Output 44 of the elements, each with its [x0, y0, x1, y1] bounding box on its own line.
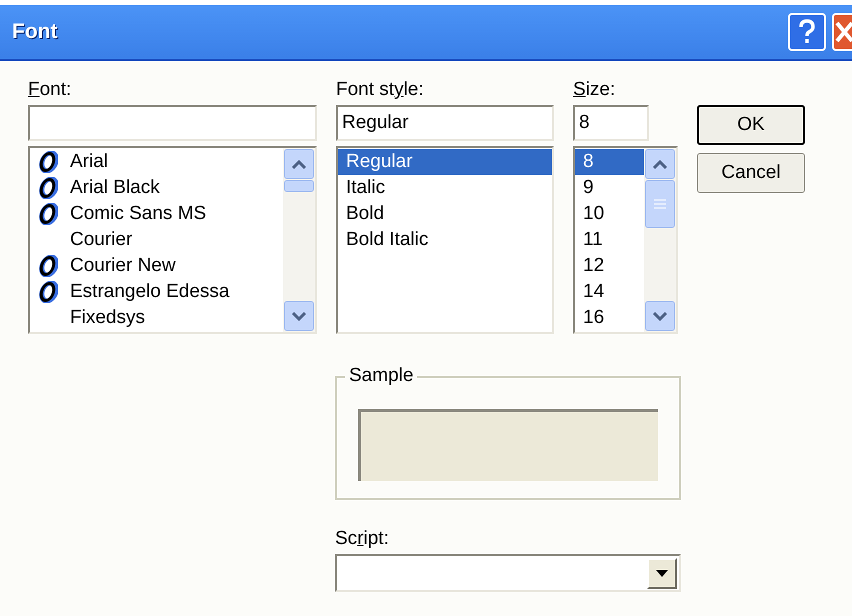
cancel-button[interactable]: Cancel	[697, 153, 805, 193]
dropdown-arrow-icon	[656, 570, 668, 576]
script-label: Script:	[335, 527, 390, 551]
font-style-label: Font style:	[336, 78, 425, 102]
scroll-up-button[interactable]	[645, 149, 675, 179]
size-field[interactable]: 8	[573, 105, 649, 141]
chevron-up-icon	[653, 160, 667, 168]
chevron-up-icon	[292, 160, 306, 168]
list-item[interactable]: 9	[581, 175, 596, 201]
font-field[interactable]	[28, 105, 317, 141]
list-item[interactable]: 11	[581, 227, 605, 253]
list-item[interactable]: Courier New	[68, 253, 178, 279]
window-title: Font	[12, 19, 58, 46]
list-item[interactable]: Courier	[68, 227, 134, 253]
ok-button[interactable]: OK	[697, 105, 805, 145]
dropdown-button[interactable]	[647, 558, 677, 588]
list-item[interactable]: Arial Black	[68, 175, 162, 201]
grip-icon	[654, 199, 666, 209]
list-item[interactable]: Bold Italic	[344, 227, 430, 253]
list-item[interactable]: Fixedsys	[68, 305, 147, 331]
list-item[interactable]: 12	[581, 253, 606, 279]
scroll-thumb[interactable]	[645, 180, 675, 228]
scroll-up-button[interactable]	[284, 149, 314, 179]
close-icon	[834, 20, 852, 44]
scroll-down-button[interactable]	[645, 301, 675, 331]
scrollbar[interactable]	[644, 148, 676, 332]
close-button[interactable]	[832, 13, 852, 51]
help-button[interactable]	[788, 13, 826, 51]
scrollbar[interactable]	[283, 148, 315, 332]
list-item[interactable]: 16	[581, 305, 606, 331]
list-item[interactable]: Bold	[344, 201, 386, 227]
scroll-thumb[interactable]	[284, 180, 314, 192]
list-item[interactable]: Italic	[344, 175, 388, 201]
size-label: Size:	[573, 78, 616, 102]
list-item[interactable]: Arial	[68, 149, 110, 175]
list-item[interactable]: Estrangelo Edessa	[68, 279, 232, 305]
list-item[interactable]: 14	[581, 279, 606, 305]
font-style-field[interactable]: Regular	[336, 105, 554, 141]
chevron-down-icon	[292, 312, 306, 320]
scroll-down-button[interactable]	[284, 301, 314, 331]
list-item[interactable]: 10	[581, 201, 606, 227]
list-item[interactable]: Comic Sans MS	[68, 201, 208, 227]
font-label: Font:	[28, 78, 72, 102]
chevron-down-icon	[653, 312, 667, 320]
